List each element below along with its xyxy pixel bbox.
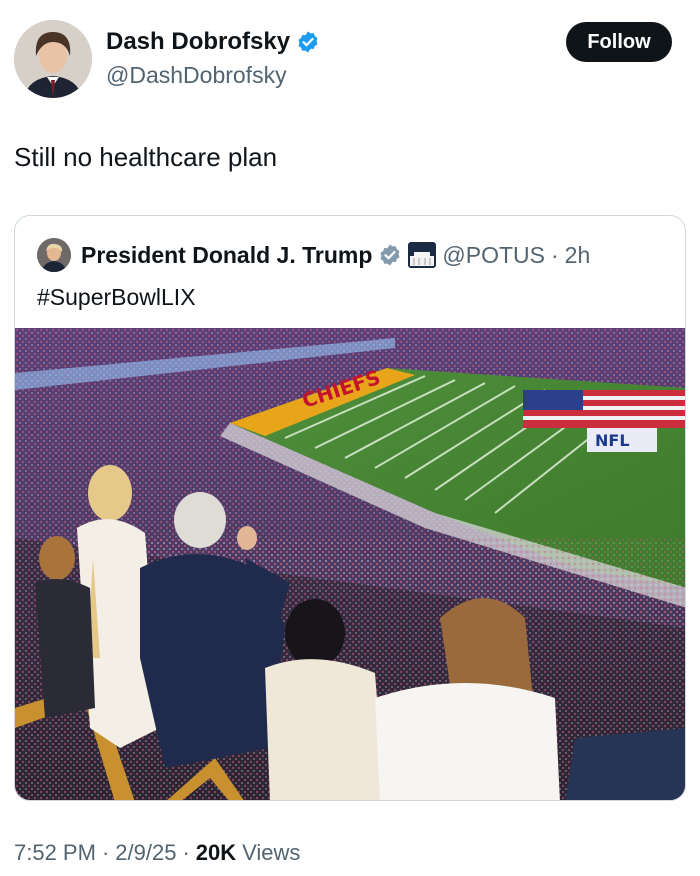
person-avatar-icon xyxy=(37,238,71,272)
stadium-photo[interactable]: CHIEFS NFL xyxy=(15,328,686,801)
views-count: 20K xyxy=(195,840,237,865)
quoted-avatar xyxy=(37,238,71,272)
author-name[interactable]: Dash Dobrofsky xyxy=(106,28,290,56)
person-avatar-icon xyxy=(14,20,92,98)
quoted-author-name: President Donald J. Trump xyxy=(81,241,373,268)
nfl-logo: NFL xyxy=(595,431,630,450)
quoted-time: 2h xyxy=(564,241,591,268)
government-verified-badge-icon xyxy=(380,244,400,266)
follow-button[interactable]: Follow xyxy=(566,22,672,62)
quoted-tweet[interactable]: President Donald J. Trump @POTUS · 2h #S… xyxy=(14,215,686,801)
white-house-flag-icon xyxy=(408,242,437,268)
quoted-separator: · xyxy=(550,241,559,268)
tweet-text: Still no healthcare plan xyxy=(14,142,278,172)
views-label: Views xyxy=(242,840,301,865)
verified-badge-icon xyxy=(298,31,318,53)
post-time[interactable]: 7:52 PM xyxy=(14,840,96,866)
author-avatar[interactable] xyxy=(14,20,92,98)
meta-separator: · xyxy=(182,840,190,865)
tweet-meta: 7:52 PM · 2/9/25 · 20K Views xyxy=(14,840,300,866)
quoted-handle: @POTUS xyxy=(442,241,545,268)
author-name-row[interactable]: Dash Dobrofsky xyxy=(106,28,320,56)
meta-separator: · xyxy=(101,840,110,865)
quoted-text: #SuperBowlLIX xyxy=(37,284,196,310)
quoted-header: President Donald J. Trump @POTUS · 2h xyxy=(37,238,590,272)
post-date[interactable]: 2/9/25 xyxy=(115,840,176,866)
author-handle[interactable]: @DashDobrofsky xyxy=(106,62,287,89)
